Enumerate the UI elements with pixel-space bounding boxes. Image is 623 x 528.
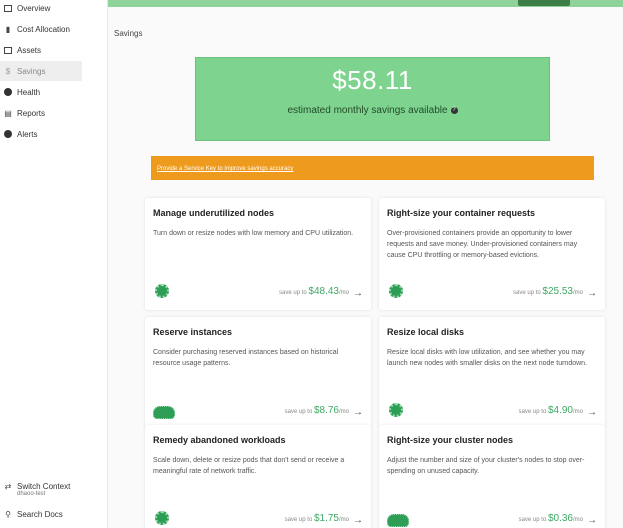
overview-icon — [3, 3, 13, 13]
card-savings-amount: $4.90 — [547, 405, 573, 416]
savings-subtitle: estimated monthly savings available — [287, 105, 448, 116]
sidebar-item-cost-allocation[interactable]: ▮ Cost Allocation — [0, 19, 82, 39]
bar-chart-icon: ▮ — [5, 24, 11, 34]
card-manage-underutilized-nodes[interactable]: Manage underutilized nodes Turn down or … — [145, 198, 371, 310]
card-reserve-instances[interactable]: Reserve instances Consider purchasing re… — [145, 317, 371, 429]
arrow-right-icon[interactable]: → — [587, 515, 597, 526]
card-savings: save up to $1.75/mo — [284, 513, 349, 524]
card-description: Over-provisioned containers provide an o… — [387, 230, 578, 259]
arrow-right-icon[interactable]: → — [353, 407, 363, 418]
sidebar-item-savings[interactable]: $ Savings — [0, 61, 82, 81]
sidebar: Overview ▮ Cost Allocation Assets $ Savi… — [0, 0, 108, 528]
sidebar-item-label: Savings — [17, 66, 46, 76]
banner-button[interactable] — [518, 0, 570, 6]
savings-summary: $58.11 estimated monthly savings availab… — [195, 57, 550, 141]
sidebar-item-label: Health — [17, 87, 41, 97]
card-resize-local-disks[interactable]: Resize local disks Resize local disks wi… — [379, 317, 605, 429]
card-savings-amount: $0.36 — [547, 513, 573, 524]
sidebar-item-label: Reports — [17, 108, 46, 118]
card-right-size-container-requests[interactable]: Right-size your container requests Over-… — [379, 198, 605, 310]
savings-subtitle-row: estimated monthly savings available? — [196, 105, 549, 116]
disk-badge-icon — [389, 403, 403, 417]
search-docs-button[interactable]: ⚲ Search Docs — [0, 504, 82, 524]
sidebar-item-health[interactable]: Health — [0, 82, 82, 102]
swap-icon: ⇄ — [4, 481, 12, 491]
card-savings-amount: $1.75 — [313, 513, 339, 524]
dollar-icon: $ — [5, 66, 11, 76]
container-badge-icon — [389, 284, 403, 298]
node-badge-icon — [155, 284, 169, 298]
card-remedy-abandoned-workloads[interactable]: Remedy abandoned workloads Scale down, d… — [145, 425, 371, 528]
arrow-right-icon[interactable]: → — [353, 515, 363, 526]
sidebar-item-label: Assets — [17, 45, 42, 55]
card-description: Resize local disks with low utilization,… — [387, 349, 588, 367]
arrow-right-icon[interactable]: → — [587, 407, 597, 418]
service-key-link[interactable]: Provide a Service Key to improve savings… — [157, 166, 293, 172]
search-docs-label: Search Docs — [17, 509, 63, 519]
top-banner — [108, 0, 623, 7]
card-savings-amount: $8.76 — [313, 405, 339, 416]
current-context: dhaoo-test — [17, 491, 46, 497]
reports-icon: ▤ — [4, 108, 12, 118]
sidebar-item-overview[interactable]: Overview — [0, 0, 82, 18]
cloud-badge-icon — [153, 406, 175, 419]
sidebar-item-label: Alerts — [17, 129, 38, 139]
card-description: Adjust the number and size of your clust… — [387, 457, 585, 475]
cluster-badge-icon — [387, 514, 409, 527]
sidebar-item-label: Overview — [17, 3, 51, 13]
card-description: Turn down or resize nodes with low memor… — [153, 230, 354, 237]
card-savings: save up to $25.53/mo — [513, 286, 583, 297]
info-icon[interactable]: ? — [450, 106, 458, 114]
card-title: Right-size your container requests — [387, 208, 536, 218]
health-icon — [3, 87, 13, 97]
service-key-warning: Provide a Service Key to improve savings… — [151, 156, 594, 180]
card-savings-amount: $25.53 — [542, 286, 573, 297]
sidebar-item-reports[interactable]: ▤ Reports — [0, 103, 82, 123]
card-title: Resize local disks — [387, 327, 465, 337]
card-right-size-cluster-nodes[interactable]: Right-size your cluster nodes Adjust the… — [379, 425, 605, 528]
card-title: Right-size your cluster nodes — [387, 435, 514, 445]
card-description: Consider purchasing reserved instances b… — [153, 349, 339, 367]
sidebar-item-label: Cost Allocation — [17, 24, 70, 34]
card-title: Remedy abandoned workloads — [153, 435, 286, 445]
card-savings: save up to $8.76/mo — [284, 405, 349, 416]
arrow-right-icon[interactable]: → — [353, 288, 363, 299]
card-title: Reserve instances — [153, 327, 233, 337]
page-title: Savings — [114, 29, 143, 38]
workload-badge-icon — [155, 511, 169, 525]
switch-context-label: Switch Context — [17, 481, 71, 491]
alerts-icon — [3, 129, 13, 139]
card-savings-amount: $48.43 — [308, 286, 339, 297]
card-savings: save up to $48.43/mo — [279, 286, 349, 297]
card-description: Scale down, delete or resize pods that d… — [153, 457, 345, 475]
card-savings: save up to $0.36/mo — [518, 513, 583, 524]
assets-icon — [3, 45, 13, 55]
savings-amount: $58.11 — [332, 65, 413, 95]
sidebar-item-assets[interactable]: Assets — [0, 40, 82, 60]
arrow-right-icon[interactable]: → — [587, 288, 597, 299]
sidebar-item-alerts[interactable]: Alerts — [0, 124, 82, 144]
search-icon: ⚲ — [5, 509, 11, 519]
card-title: Manage underutilized nodes — [153, 208, 275, 218]
card-savings: save up to $4.90/mo — [518, 405, 583, 416]
